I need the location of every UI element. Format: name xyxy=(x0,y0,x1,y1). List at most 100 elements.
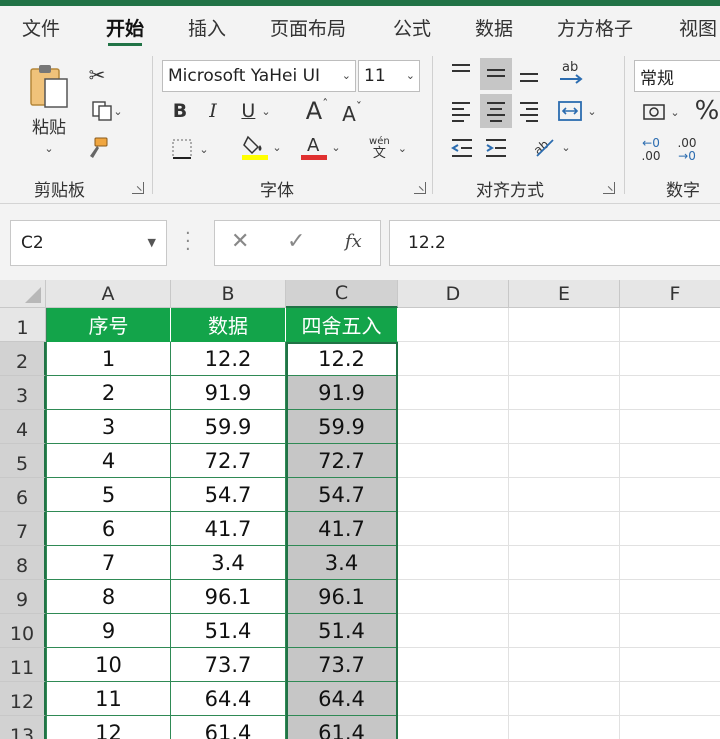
tab-data[interactable]: 数据 xyxy=(475,14,513,42)
cell-d[interactable] xyxy=(398,478,509,512)
cell-b[interactable]: 91.9 xyxy=(171,376,286,410)
cell-b[interactable]: 61.4 xyxy=(171,716,286,739)
cell-c[interactable]: 64.4 xyxy=(286,682,398,716)
cell-a[interactable]: 5 xyxy=(46,478,171,512)
cell-e[interactable] xyxy=(509,410,620,444)
cell-a[interactable]: 7 xyxy=(46,546,171,580)
column-header-c[interactable]: C xyxy=(286,280,398,308)
tab-page-layout[interactable]: 页面布局 xyxy=(270,14,346,42)
cut-icon[interactable]: ✂ xyxy=(86,62,108,88)
row-header[interactable]: 2 xyxy=(0,342,46,376)
cell-f[interactable] xyxy=(620,478,720,512)
font-size-combo[interactable]: 11 ⌄ xyxy=(358,60,420,92)
row-header[interactable]: 10 xyxy=(0,614,46,648)
cell-e[interactable] xyxy=(509,478,620,512)
column-header-a[interactable]: A xyxy=(46,280,171,308)
cell-d[interactable] xyxy=(398,512,509,546)
cell-e[interactable] xyxy=(509,342,620,376)
decrease-indent-icon[interactable] xyxy=(448,134,476,162)
decrease-font-icon[interactable]: Aˇ xyxy=(338,100,366,128)
cell-f[interactable] xyxy=(620,580,720,614)
cell-f[interactable] xyxy=(620,512,720,546)
row-header[interactable]: 7 xyxy=(0,512,46,546)
row-header[interactable]: 3 xyxy=(0,376,46,410)
cell-b[interactable]: 73.7 xyxy=(171,648,286,682)
row-header[interactable]: 11 xyxy=(0,648,46,682)
font-name-combo[interactable]: Microsoft YaHei UI ⌄ xyxy=(162,60,356,92)
alignment-launcher-icon[interactable] xyxy=(603,182,615,194)
cell-e[interactable] xyxy=(509,308,620,342)
cell-c[interactable]: 59.9 xyxy=(286,410,398,444)
cell-b[interactable]: 41.7 xyxy=(171,512,286,546)
text-direction-button[interactable]: ab ⌄ xyxy=(526,132,576,162)
clipboard-launcher-icon[interactable] xyxy=(132,182,144,194)
cell-c[interactable]: 3.4 xyxy=(286,546,398,580)
cell-c[interactable]: 91.9 xyxy=(286,376,398,410)
cell-e[interactable] xyxy=(509,648,620,682)
cell-f[interactable] xyxy=(620,546,720,580)
italic-icon[interactable]: I xyxy=(202,98,224,124)
cell-f[interactable] xyxy=(620,308,720,342)
cell-c[interactable]: 96.1 xyxy=(286,580,398,614)
underline-button[interactable]: U ⌄ xyxy=(234,98,278,124)
tab-fangfang-gezi[interactable]: 方方格子 xyxy=(557,14,633,42)
cell-d[interactable] xyxy=(398,580,509,614)
cell-d[interactable] xyxy=(398,376,509,410)
increase-font-icon[interactable]: Aˆ xyxy=(302,96,332,126)
row-header[interactable]: 6 xyxy=(0,478,46,512)
row-header[interactable]: 1 xyxy=(0,308,46,342)
format-painter-button[interactable] xyxy=(84,134,110,162)
cell-a[interactable]: 3 xyxy=(46,410,171,444)
cell-e[interactable] xyxy=(509,614,620,648)
cell-e[interactable] xyxy=(509,682,620,716)
tab-home[interactable]: 开始 xyxy=(106,14,144,46)
cell-c[interactable]: 61.4 xyxy=(286,716,398,739)
cell-d[interactable] xyxy=(398,410,509,444)
drag-handle-icon[interactable]: · · · xyxy=(185,225,191,259)
table-header-cell[interactable]: 序号 xyxy=(46,308,171,342)
orientation-icon[interactable]: ab xyxy=(554,56,586,88)
cell-b[interactable]: 72.7 xyxy=(171,444,286,478)
increase-indent-icon[interactable] xyxy=(482,134,510,162)
font-color-button[interactable]: A ⌄ xyxy=(296,132,346,162)
cell-b[interactable]: 54.7 xyxy=(171,478,286,512)
cell-e[interactable] xyxy=(509,376,620,410)
select-all-corner[interactable] xyxy=(0,280,46,308)
decrease-decimal-icon[interactable]: .00 →0 xyxy=(672,134,702,166)
column-header-b[interactable]: B xyxy=(171,280,286,308)
cell-f[interactable] xyxy=(620,614,720,648)
cell-e[interactable] xyxy=(509,580,620,614)
row-header[interactable]: 4 xyxy=(0,410,46,444)
cell-c[interactable]: 51.4 xyxy=(286,614,398,648)
percent-icon[interactable]: % xyxy=(694,96,720,126)
cell-b[interactable]: 3.4 xyxy=(171,546,286,580)
cell-c[interactable]: 73.7 xyxy=(286,648,398,682)
column-header-e[interactable]: E xyxy=(509,280,620,308)
cell-d[interactable] xyxy=(398,614,509,648)
tab-insert[interactable]: 插入 xyxy=(188,14,226,42)
cell-d[interactable] xyxy=(398,308,509,342)
table-header-cell[interactable]: 四舍五入 xyxy=(286,308,398,342)
cell-a[interactable]: 12 xyxy=(46,716,171,739)
insert-function-icon[interactable]: fx xyxy=(345,231,362,252)
phonetic-button[interactable]: wén 文 ⌄ xyxy=(362,132,414,164)
cancel-icon[interactable]: ✕ xyxy=(231,229,249,254)
cell-d[interactable] xyxy=(398,716,509,739)
table-header-cell[interactable]: 数据 xyxy=(171,308,286,342)
cell-b[interactable]: 64.4 xyxy=(171,682,286,716)
bold-icon[interactable]: B xyxy=(168,98,192,124)
number-format-combo[interactable]: 常规 xyxy=(634,60,720,92)
cell-e[interactable] xyxy=(509,444,620,478)
cell-f[interactable] xyxy=(620,376,720,410)
row-header[interactable]: 5 xyxy=(0,444,46,478)
merge-center-button[interactable]: ⌄ xyxy=(552,96,602,126)
cell-f[interactable] xyxy=(620,716,720,739)
cell-b[interactable]: 59.9 xyxy=(171,410,286,444)
cell-b[interactable]: 12.2 xyxy=(171,342,286,376)
row-header[interactable]: 8 xyxy=(0,546,46,580)
cell-e[interactable] xyxy=(509,546,620,580)
cell-a[interactable]: 2 xyxy=(46,376,171,410)
cell-d[interactable] xyxy=(398,682,509,716)
increase-decimal-icon[interactable]: ←0 .00 xyxy=(636,134,666,166)
align-middle-icon[interactable] xyxy=(480,58,512,90)
